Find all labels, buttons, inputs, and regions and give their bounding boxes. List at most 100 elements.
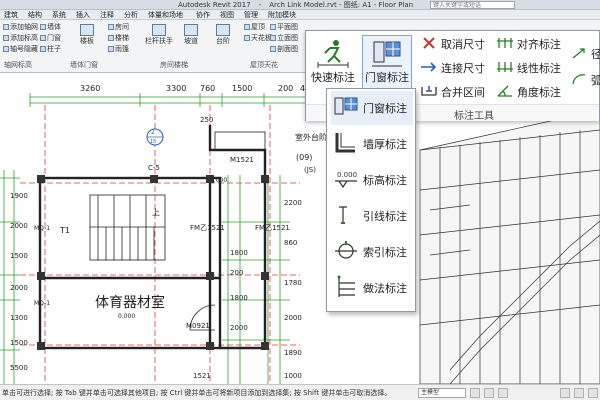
menu-item-view[interactable]: 视图 [220,10,234,20]
section-label: 剖面图 [277,45,298,53]
roof-label: 屋顶 [251,23,265,31]
wall-button[interactable]: 墙体 [40,23,61,32]
select-pinned-button[interactable] [574,388,584,398]
dim-right-1: 2200 [284,199,302,207]
title-bar: Autodesk Revit 2017- Arch Link Model.rvt … [0,0,600,10]
revit-window: Autodesk Revit 2017- Arch Link Model.rvt … [0,0,600,400]
column-button[interactable]: 柱子 [40,45,61,54]
dim-mid-3: 1800 [230,294,248,302]
select-links-button[interactable] [560,388,570,398]
merge-interval-button[interactable]: 合并区间 [420,83,485,103]
dropdown-item-index[interactable]: 索引标注 [331,235,413,269]
door-window-button[interactable]: 门窗 [40,34,61,43]
axis-icon [3,46,9,52]
dropdown-item-door-window-dim[interactable]: 门窗标注 [331,91,413,125]
merge-interval-label: 合并区间 [441,86,485,99]
elevation-value-room: 0.000 [118,313,135,320]
menu-item-annotate[interactable]: 注释 [100,10,114,20]
filter-icon[interactable] [588,388,598,398]
menu-item-analyze[interactable]: 分析 [124,10,138,20]
align-dim-button[interactable]: 对齐标注 [496,35,561,55]
section-button[interactable]: 剖面图 [270,45,298,54]
index-item-label: 索引标注 [363,246,407,259]
drawing-text: 3260 3300 760 1500 200 400 2 15 C-5 250 … [10,84,327,380]
room-button[interactable]: 房间 [108,23,129,32]
dropdown-item-leader[interactable]: 引线标注 [331,199,413,233]
ramp-label: 坡道 [184,37,198,45]
linear-dim-button[interactable]: 线性标注 [496,59,561,79]
add-level-button[interactable]: 添加标高 [3,34,38,43]
title-separator: - [258,1,262,9]
elevation-mark-icon: 0.000 [335,171,357,189]
design-option-button[interactable] [498,388,508,398]
workset-button[interactable] [484,388,494,398]
menu-item-structure[interactable]: 结构 [28,10,42,20]
filter-button[interactable] [470,388,480,398]
practice-item-label: 做法标注 [363,282,407,295]
dropdown-item-practice[interactable]: 做法标注 [331,271,413,305]
linear-dim-icon [497,62,513,72]
section-icon [270,46,276,52]
menu-item-addins[interactable]: 附加模块 [268,10,296,20]
tag-mq1-b: MQ-1 [34,300,50,307]
active-model-select[interactable]: 主模型 [418,388,466,398]
menu-item-architecture[interactable]: 建筑 [4,10,18,20]
canopy-label: 雨篷 [115,45,129,53]
elevation-button[interactable]: 立面图 [270,34,298,43]
menu-item-massing[interactable]: 体量和场地 [148,10,183,20]
stair-button[interactable]: 楼梯 [108,34,129,43]
cancel-dim-button[interactable]: 取消尺寸 [420,35,485,55]
plan-button[interactable]: 平面图 [270,23,298,32]
dim-top-1: 3260 [80,84,100,93]
dim-right-4: 2000 [284,314,302,322]
ceiling-label: 天花板 [251,34,272,42]
dim-top-3: 760 [200,84,215,93]
tag-c5: C-5 [148,164,160,172]
search-input[interactable]: 键入关键字或短语 [430,1,515,9]
tag-js: (JS) [304,166,316,174]
quick-dim-button[interactable]: 快速标注 [308,35,358,89]
roof-button[interactable]: 屋顶 [244,23,265,32]
canopy-button[interactable]: 雨篷 [108,45,129,54]
connect-dim-button[interactable]: 连接尺寸 [420,59,485,79]
arc-dim-button[interactable]: 弧 [570,71,600,91]
hide-axis-label: 轴号隐藏 [10,45,38,53]
linear-dim-label: 线性标注 [517,62,561,75]
step-button[interactable]: 台阶 [208,24,238,46]
ramp-button[interactable]: 坡道 [176,24,206,46]
angle-dim-button[interactable]: 角度标注 [496,83,561,103]
dropdown-item-wall-thickness[interactable]: 墙厚标注 [331,127,413,161]
elevation-label: 立面图 [277,34,298,42]
index-icon [335,241,357,259]
door-window-label: 门窗 [47,34,61,42]
ceiling-button[interactable]: 天花板 [244,34,272,43]
wall-thickness-icon [335,133,355,153]
radius-dim-button[interactable]: 径 [570,45,600,65]
cancel-dim-icon [423,37,435,49]
door-window-icon [334,97,358,115]
radius-dim-icon [572,48,585,59]
radius-dim-label: 径 [591,48,600,61]
dim-left-5: 1300 [10,314,28,322]
roof-icon [244,24,250,30]
merge-interval-icon [421,86,437,96]
hide-axis-button[interactable]: 轴号隐藏 [3,45,38,54]
elevation-value-entry: 0.000 [210,177,227,184]
tag-fm1521-a: FM乙1521 [190,224,225,232]
status-bar: 单击可进行选择; 按 Tab 键并单击可选择其他项目; 按 Ctrl 键并单击可… [0,384,600,400]
door-window-dim-label: 门窗标注 [365,71,409,84]
floor-button[interactable]: 楼板 [72,24,102,46]
plan-icon [270,24,276,30]
dropdown-item-elevation[interactable]: 0.000 标高标注 [331,163,413,197]
door-window-dim-button[interactable]: 门窗标注 [362,35,412,89]
align-dim-icon [497,38,513,48]
menu-item-insert[interactable]: 插入 [76,10,90,20]
menu-item-manage[interactable]: 管理 [244,10,258,20]
menu-item-collaborate[interactable]: 协作 [196,10,210,20]
add-grid-button[interactable]: 添加轴网 [3,23,38,32]
railing-button[interactable]: 栏杆扶手 [144,24,174,46]
label-up: 上 [152,208,160,217]
menu-item-systems[interactable]: 系统 [52,10,66,20]
axis-bubble-number: 2 [151,129,155,136]
railing-label: 栏杆扶手 [145,37,173,45]
